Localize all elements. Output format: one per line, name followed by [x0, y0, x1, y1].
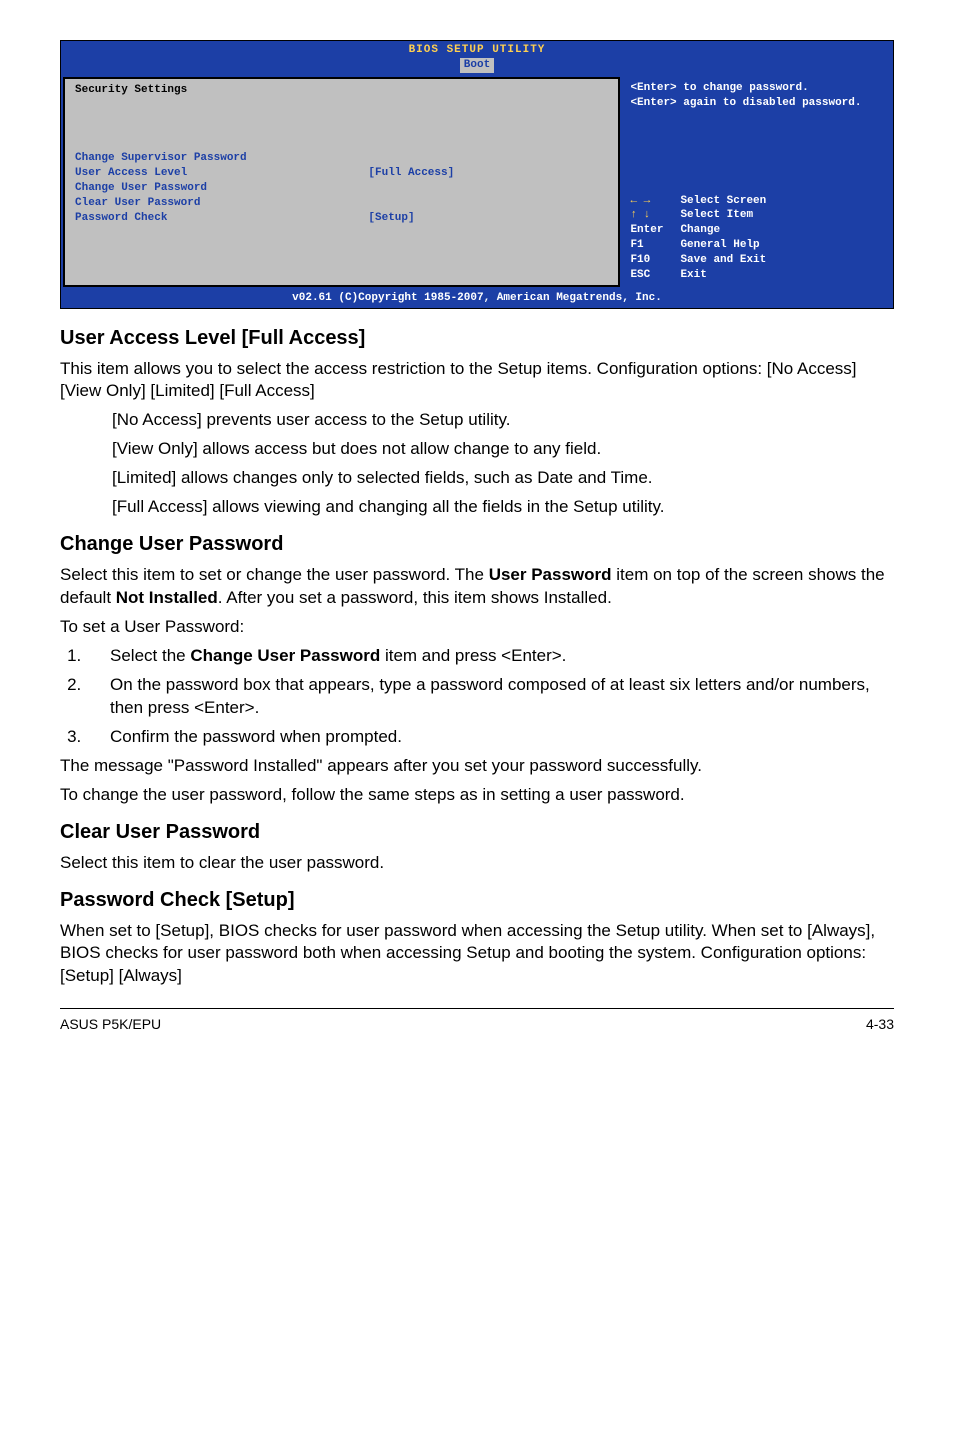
bios-help-text-2: <Enter> again to disabled password.	[630, 96, 881, 111]
bios-copyright: v02.61 (C)Copyright 1985-2007, American …	[61, 289, 893, 308]
heading-clear-user-password: Clear User Password	[60, 819, 894, 846]
bios-right-panel: <Enter> to change password. <Enter> agai…	[620, 77, 891, 287]
cup-steps: Select the Change User Password item and…	[60, 645, 894, 749]
bios-key-legend: Select Screen Select Item EnterChange F1…	[630, 194, 881, 283]
ual-full-access: [Full Access] allows viewing and changin…	[112, 496, 894, 519]
pwcheck-desc: When set to [Setup], BIOS checks for use…	[60, 920, 894, 989]
footer-page: 4-33	[866, 1015, 894, 1034]
bios-tab-row: Boot	[61, 58, 893, 75]
change-user-password-item[interactable]: Change User Password	[75, 181, 608, 196]
user-password-value: : Installed	[368, 124, 608, 139]
supervisor-password-label: Supervisor Password	[75, 110, 368, 125]
ual-view-only: [View Only] allows access but does not a…	[112, 438, 894, 461]
page-footer: ASUS P5K/EPU 4-33	[60, 1008, 894, 1034]
password-check-item[interactable]: Password Check	[75, 211, 368, 226]
password-check-value[interactable]: [Setup]	[368, 211, 608, 226]
arrow-up-down-icon	[630, 209, 650, 221]
bios-left-panel: Security Settings Supervisor Password : …	[63, 77, 620, 287]
ual-no-access: [No Access] prevents user access to the …	[112, 409, 894, 432]
cup-desc: Select this item to set or change the us…	[60, 564, 894, 610]
cup-step-3: Confirm the password when prompted.	[86, 726, 894, 749]
security-settings-heading: Security Settings	[75, 83, 608, 98]
key-f1: F1	[630, 238, 680, 253]
heading-user-access-level: User Access Level [Full Access]	[60, 325, 894, 352]
cup-result: The message "Password Installed" appears…	[60, 755, 894, 778]
heading-change-user-password: Change User Password	[60, 531, 894, 558]
bios-title: BIOS SETUP UTILITY	[61, 41, 893, 58]
cup-change: To change the user password, follow the …	[60, 784, 894, 807]
cup-desc-b: User Password	[489, 565, 612, 584]
supervisor-password-value: : Installed	[368, 110, 608, 125]
key-select-screen: Select Screen	[680, 194, 881, 209]
bios-tab-boot[interactable]: Boot	[460, 58, 494, 73]
bios-help-text-1: <Enter> to change password.	[630, 81, 881, 96]
cup-desc-d: Not Installed	[116, 588, 218, 607]
key-select-item: Select Item	[680, 208, 881, 223]
key-enter-action: Change	[680, 223, 881, 238]
change-supervisor-password-item[interactable]: Change Supervisor Password	[75, 151, 608, 166]
bios-setup-box: BIOS SETUP UTILITY Boot Security Setting…	[60, 40, 894, 309]
footer-model: ASUS P5K/EPU	[60, 1015, 161, 1034]
cup-step-1c: item and press <Enter>.	[380, 646, 566, 665]
ual-desc: This item allows you to select the acces…	[60, 358, 894, 404]
user-password-label: User Password	[75, 124, 368, 139]
cup-toset: To set a User Password:	[60, 616, 894, 639]
clear-desc: Select this item to clear the user passw…	[60, 852, 894, 875]
arrow-left-right-icon	[630, 195, 650, 207]
cup-step-1b: Change User Password	[190, 646, 380, 665]
heading-password-check: Password Check [Setup]	[60, 887, 894, 914]
user-access-level-item[interactable]: User Access Level	[75, 166, 368, 181]
key-esc-action: Exit	[680, 268, 881, 283]
cup-step-1: Select the Change User Password item and…	[86, 645, 894, 668]
clear-user-password-item[interactable]: Clear User Password	[75, 196, 608, 211]
user-access-level-value[interactable]: [Full Access]	[368, 166, 608, 181]
cup-desc-e: . After you set a password, this item sh…	[218, 588, 612, 607]
key-f10: F10	[630, 253, 680, 268]
cup-desc-a: Select this item to set or change the us…	[60, 565, 489, 584]
key-enter: Enter	[630, 223, 680, 238]
ual-limited: [Limited] allows changes only to selecte…	[112, 467, 894, 490]
key-f1-action: General Help	[680, 238, 881, 253]
cup-step-1a: Select the	[110, 646, 190, 665]
key-f10-action: Save and Exit	[680, 253, 881, 268]
key-esc: ESC	[630, 268, 680, 283]
cup-step-2: On the password box that appears, type a…	[86, 674, 894, 720]
